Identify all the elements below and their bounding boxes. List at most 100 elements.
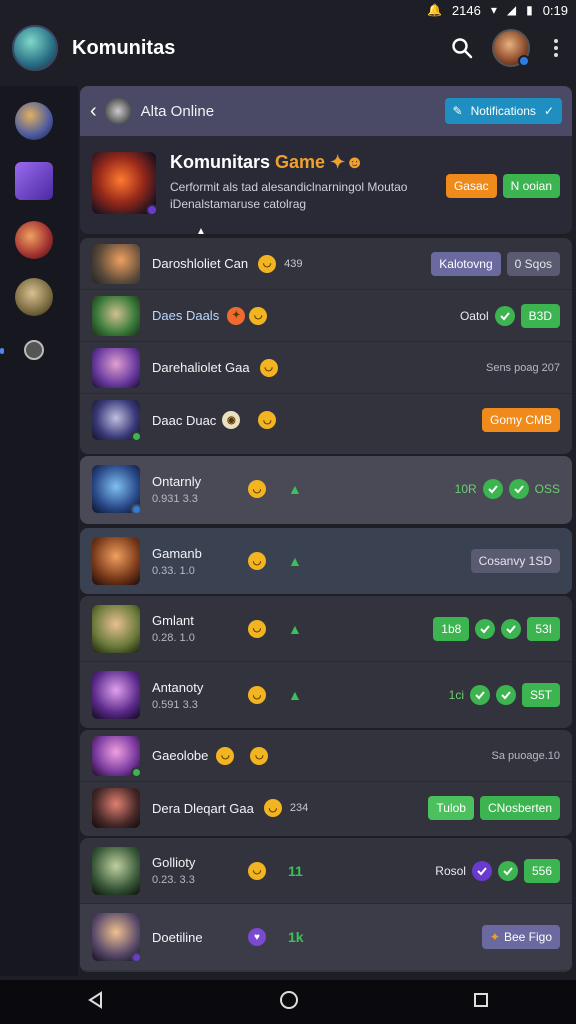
item-thumbnail [92,465,142,515]
rail-community-4[interactable] [15,278,53,316]
status-number: 2146 [451,2,481,18]
page-title: Komunitas [72,36,176,59]
item-thumbnail [92,788,140,828]
back-nav-icon[interactable] [87,990,105,1014]
user-avatar[interactable] [492,29,530,67]
list-group-c: Gamanb 0.33. 1.0 ◡ ▲ Cosanvy 1SD [80,528,572,594]
notification-icon: 🔔 [426,3,442,17]
item-tag[interactable]: S5T [521,683,560,707]
item-thumbnail [92,735,142,778]
item-thumbnail [92,295,140,336]
status-bar: 🔔 2146 ▾ ◢ ▮ 0:19 [0,0,576,20]
more-menu-icon[interactable] [548,34,564,62]
list-item[interactable]: Gaeolobe ◡ ◡ Sa puoage.10 [80,730,572,782]
item-subtitle: 0.931 3.3 [152,492,198,505]
item-title: Dera Dleqart Gaa [152,800,254,816]
signal-icon: ◢ [506,3,517,17]
item-tag[interactable]: 53I [527,616,560,641]
item-thumbnail [92,671,140,719]
search-icon[interactable] [448,34,476,62]
smile-icon: ◡ [248,861,266,880]
list-item[interactable]: Darehaliolet Gaa ◡ Sens poag 207 [80,342,572,394]
item-meta: 439 [284,257,303,270]
rail-community-3[interactable] [15,221,53,259]
item-tag[interactable]: CNosberten [479,796,560,820]
smile-icon: ◡ [216,746,235,765]
item-tag[interactable]: Gomy CMB [481,408,560,432]
item-title: Daac Duac [152,412,217,428]
item-title: Daroshloliet Can [152,256,249,271]
item-thumbnail [92,846,140,895]
home-nav-icon[interactable] [279,990,299,1015]
item-subtitle: 0.23. 3.3 [152,874,195,886]
item-tag[interactable]: Tulob [428,796,474,820]
item-title: Gaeolobe [152,748,209,763]
recents-nav-icon[interactable] [473,992,489,1013]
item-tag[interactable]: ✦ Bee Figo [481,925,560,949]
rail-community-2[interactable] [15,162,53,200]
item-tag[interactable]: 556 [523,858,560,883]
rail-add-icon[interactable] [24,340,44,360]
header-label: Alta Online [140,102,215,120]
list-item[interactable]: Daes Daals ✦ ◡ Oatol B3D [80,290,572,342]
item-title: Gamanb [152,545,202,561]
item-thumbnail [92,347,140,388]
item-tag[interactable]: Cosanvy 1SD [470,549,560,573]
join-button[interactable]: Gasac [445,174,497,198]
notifications-button[interactable]: ✎ Notifications ✓ [444,98,562,124]
smile-icon: ◡ [249,306,268,325]
smile-icon: ◡ [258,411,277,429]
item-status: 10R [454,482,477,496]
wifi-icon: ▾ [490,3,497,17]
item-tag[interactable]: Kalotovng [431,251,501,276]
follow-button[interactable]: N ooian [502,174,560,198]
check-icon [497,860,518,881]
badge-icon [518,55,530,67]
list-item[interactable]: Antanoty 0.591 3.3 ◡ ▲ 1ci S5T [80,662,572,728]
smile-icon: ◡ [248,686,266,704]
item-subtitle: 0.591 3.3 [152,698,198,711]
list-group-d: Gmlant 0.28. 1.0 ◡ ▲ 1b8 53I Antanoty 0.59… [80,596,572,728]
emoji-icon: ✦☻ [330,152,365,172]
smile-icon: ◡ [248,552,266,570]
list-item[interactable]: Gollioty 0.23. 3.3 ◡ 11 Rosol 556 [80,838,572,904]
list-item[interactable]: Doetiline ♥ 1k ✦ Bee Figo [80,904,572,970]
check-icon [475,618,496,639]
check-icon [508,479,529,499]
community-card: ‹ Alta Online ✎ Notifications ✓ Komunita… [80,86,572,234]
arrow-up-icon: ▲ [288,620,302,637]
status-time: 0:19 [542,2,568,18]
smile-icon: ◡ [259,358,278,377]
fire-icon: ✦ [227,306,246,325]
star-icon: ✦ [489,930,500,944]
list-item[interactable]: Daac Duac ◉ ◡ Gomy CMB [80,394,572,446]
item-title: Gollioty [152,855,196,870]
item-tag[interactable]: 0 Sqos [506,251,560,276]
rail-community-1[interactable] [15,102,53,140]
smile-icon: ◡ [258,254,277,273]
header-avatar [104,98,131,124]
list-group-e: Gaeolobe ◡ ◡ Sa puoage.10 Dera Dleqart G… [80,730,572,836]
item-tag[interactable]: 1b8 [433,616,470,641]
card-header: ‹ Alta Online ✎ Notifications ✓ [80,86,572,136]
item-title: Antanoty [152,679,204,695]
smile-icon: ◡ [248,619,266,638]
list-item[interactable]: Daroshloliet Can ◡ 439 Kalotovng 0 Sqos [80,238,572,290]
list-group-b: Ontarnly 0.931 3.3 ◡ ▲ 10R OSS [80,456,572,524]
community-avatar[interactable] [12,25,58,71]
rail-indicator [0,348,4,354]
arrow-up-icon: ▲ [288,481,302,497]
system-nav-bar [0,980,576,1024]
list-item[interactable]: Ontarnly 0.931 3.3 ◡ ▲ 10R OSS [80,456,572,522]
list-item[interactable]: Gamanb 0.33. 1.0 ◡ ▲ Cosanvy 1SD [80,528,572,594]
smile-icon: ◡ [250,746,269,765]
list-item[interactable]: Dera Dleqart Gaa ◡ 234 Tulob CNosberten [80,782,572,834]
item-title: Darehaliolet Gaa [152,360,250,375]
item-tag[interactable]: B3D [520,303,560,328]
list-item[interactable]: Gmlant 0.28. 1.0 ◡ ▲ 1b8 53I [80,596,572,662]
back-icon[interactable]: ‹ [90,100,97,123]
item-status: Sa puoage.10 [491,749,560,762]
item-title: Doetiline [152,929,203,945]
heart-icon: ♥ [248,928,266,946]
item-subtitle: 0.33. 1.0 [152,564,195,577]
